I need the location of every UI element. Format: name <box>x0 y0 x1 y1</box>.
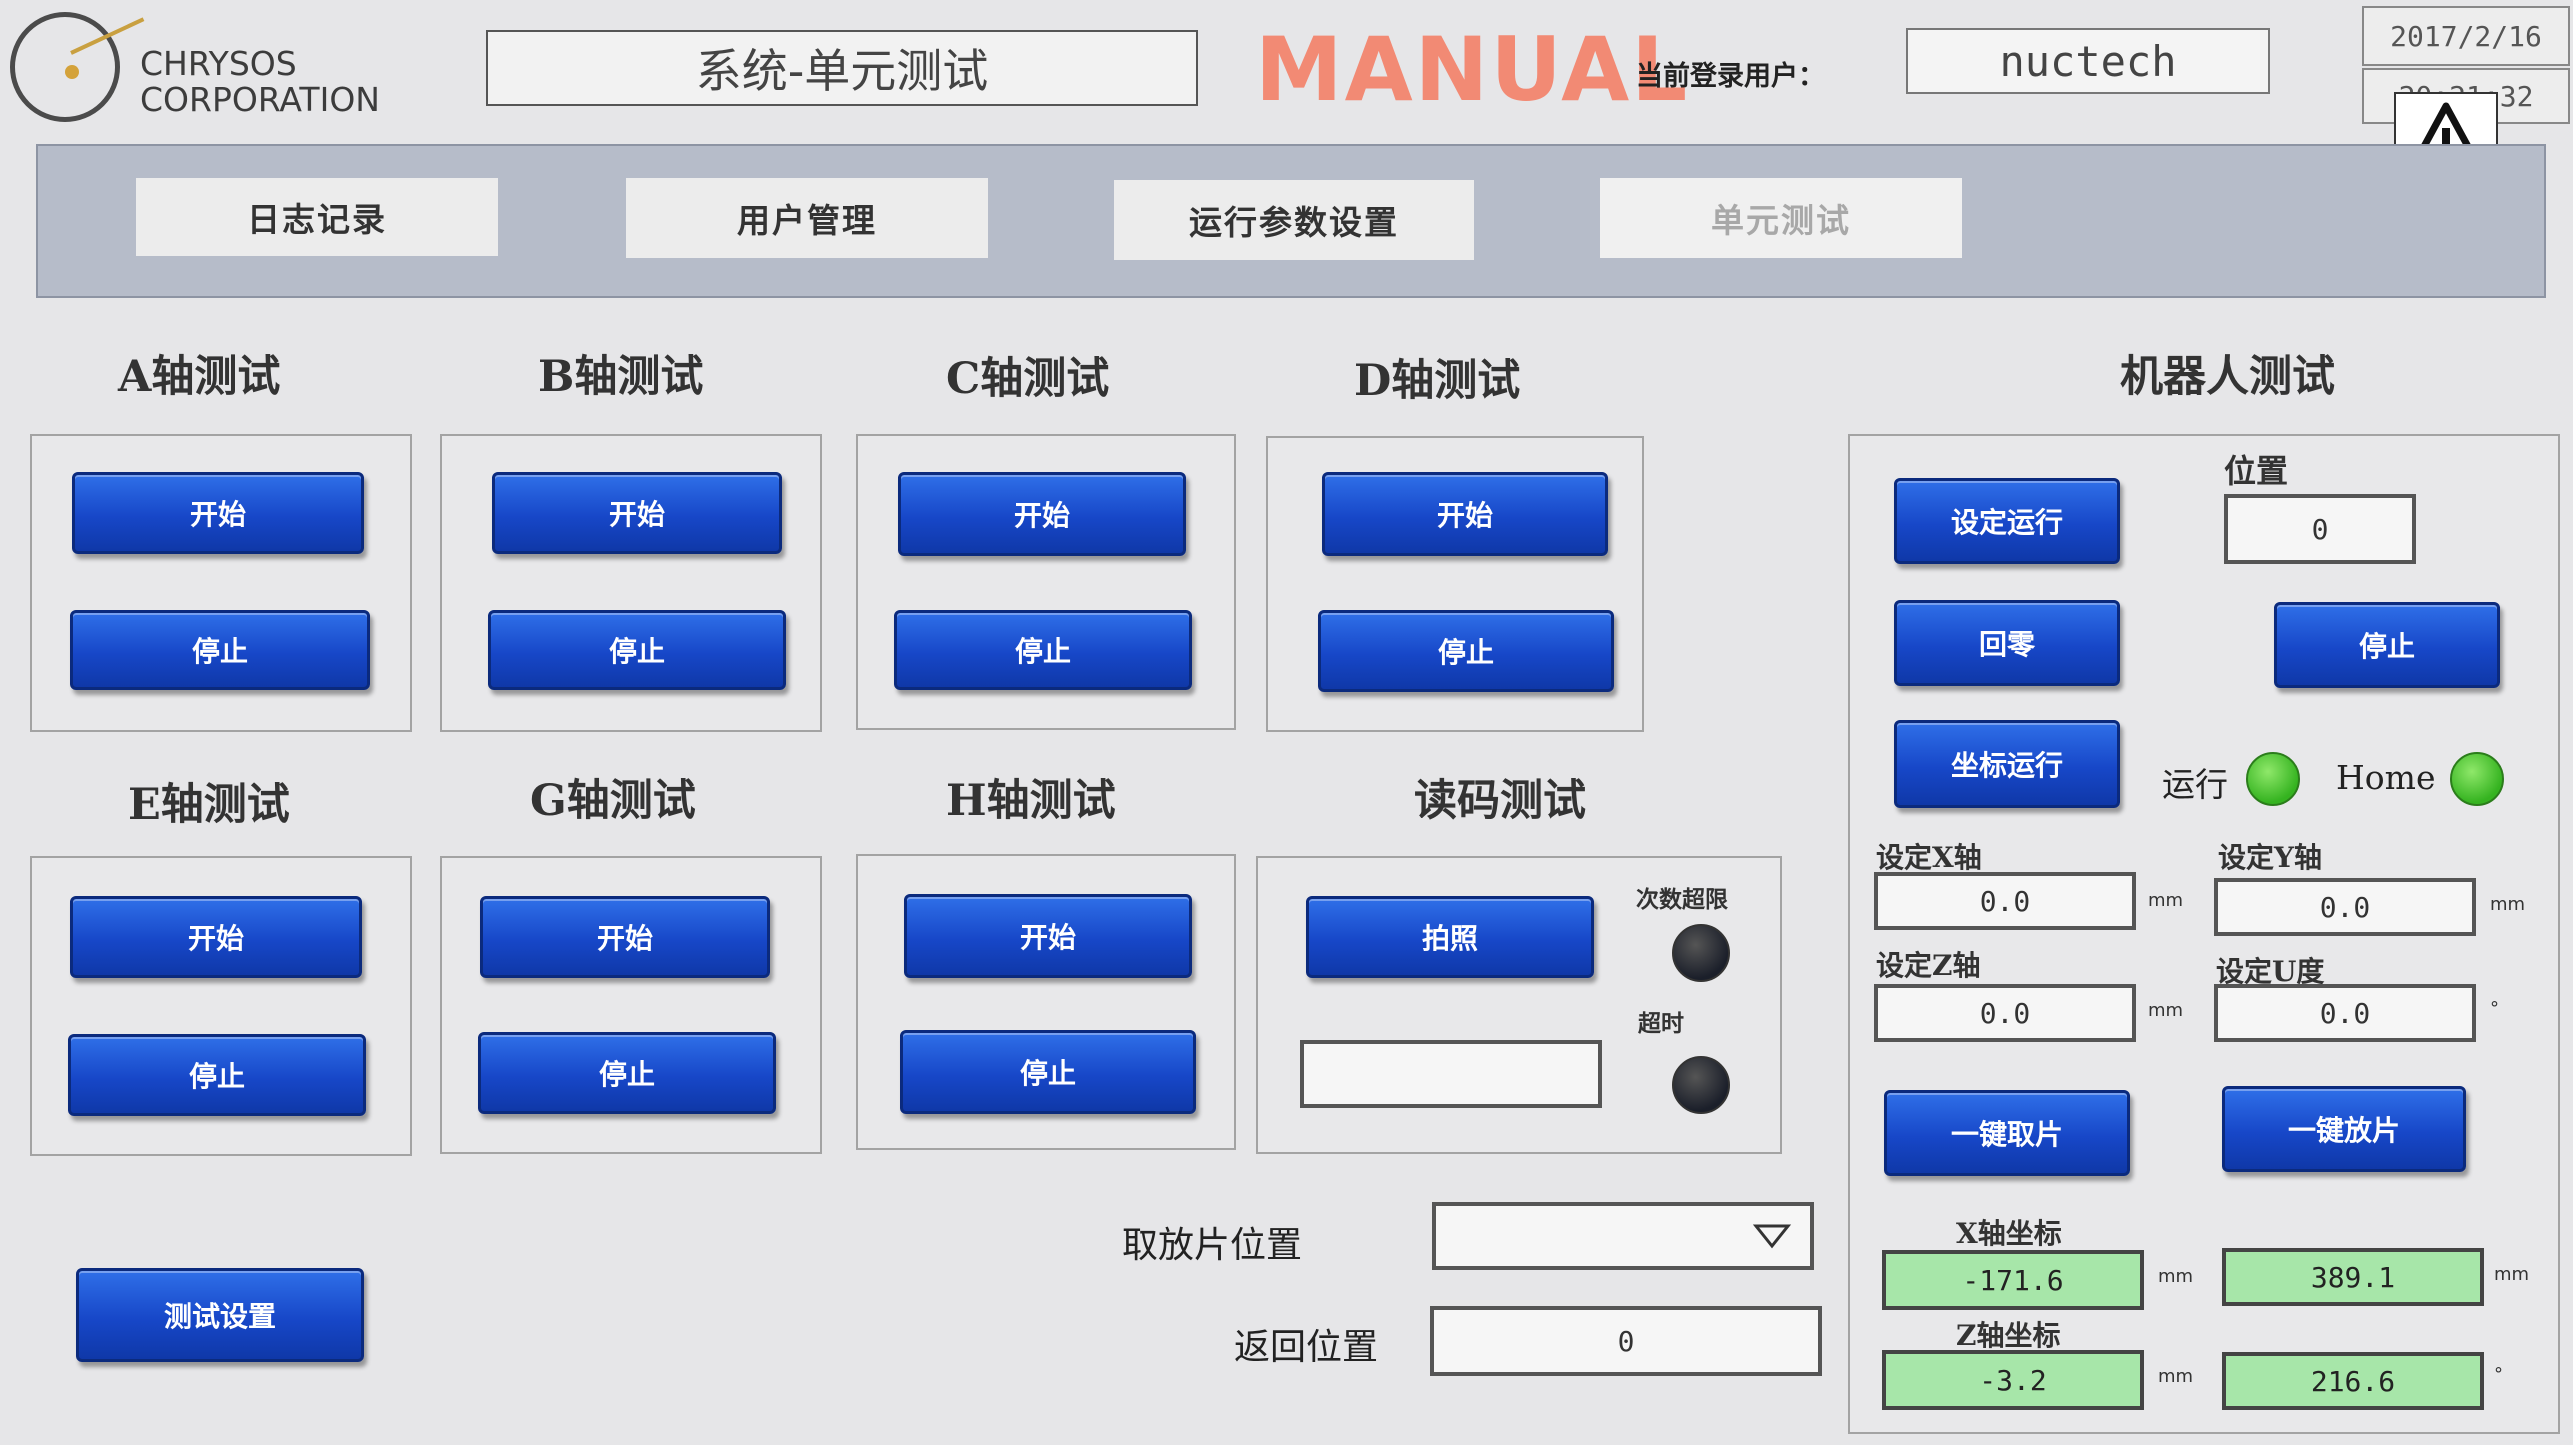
y-coord-value: 389.1 <box>2222 1248 2484 1306</box>
set-y-label: 设定Y轴 <box>2218 841 2322 874</box>
set-x-label: 设定X轴 <box>1876 841 1982 874</box>
axis-g-start-button[interactable]: 开始 <box>480 896 770 978</box>
tab-log[interactable]: 日志记录 <box>136 178 498 256</box>
count-limit-indicator <box>1672 924 1730 982</box>
return-position-label: 返回位置 <box>1234 1327 1379 1368</box>
axis-h-stop-button[interactable]: 停止 <box>900 1030 1196 1114</box>
axis-h-start-button[interactable]: 开始 <box>904 894 1192 978</box>
axis-d-title: D轴测试 <box>1354 356 1521 406</box>
axis-a-stop-button[interactable]: 停止 <box>70 610 370 690</box>
set-z-label: 设定Z轴 <box>1876 949 1981 982</box>
z-coord-unit: mm <box>2158 1366 2194 1387</box>
axis-c-stop-button[interactable]: 停止 <box>894 610 1192 690</box>
set-z-unit: mm <box>2148 1000 2184 1021</box>
barcode-result-field <box>1300 1040 1602 1108</box>
position-field[interactable]: 0 <box>2224 494 2416 564</box>
tab-user-management[interactable]: 用户管理 <box>626 178 988 258</box>
user-label: 当前登录用户： <box>1636 61 1825 92</box>
axis-g-title: G轴测试 <box>530 776 696 826</box>
logo-line2: CORPORATION <box>140 80 380 119</box>
set-run-button[interactable]: 设定运行 <box>1894 478 2120 564</box>
coord-run-button[interactable]: 坐标运行 <box>1894 720 2120 808</box>
logo-line1: CHRYSOS <box>140 44 297 83</box>
y-coord-unit: mm <box>2494 1264 2530 1285</box>
timeout-label: 超时 <box>1638 1011 1684 1037</box>
x-coord-label: X轴坐标 <box>1956 1217 2062 1250</box>
mode-indicator: MANUAL <box>1255 18 1690 121</box>
axis-a-start-button[interactable]: 开始 <box>72 472 364 554</box>
z-coord-value: -3.2 <box>1882 1350 2144 1410</box>
axis-d-start-button[interactable]: 开始 <box>1322 472 1608 556</box>
logo-icon <box>10 12 145 122</box>
u-coord-value: 216.6 <box>2222 1352 2484 1410</box>
set-u-field[interactable]: 0.0 <box>2214 984 2476 1042</box>
home-indicator <box>2450 752 2504 806</box>
home-button[interactable]: 回零 <box>1894 600 2120 686</box>
set-z-field[interactable]: 0.0 <box>1874 984 2136 1042</box>
robot-stop-button[interactable]: 停止 <box>2274 602 2500 688</box>
return-position-field[interactable]: 0 <box>1430 1306 1822 1376</box>
timeout-indicator <box>1672 1056 1730 1114</box>
axis-d-stop-button[interactable]: 停止 <box>1318 610 1614 692</box>
tab-run-parameters[interactable]: 运行参数设置 <box>1114 180 1474 260</box>
date-display: 2017/2/16 <box>2362 6 2570 66</box>
barcode-title: 读码测试 <box>1414 776 1586 826</box>
test-settings-button[interactable]: 测试设置 <box>76 1268 364 1362</box>
robot-title: 机器人测试 <box>2120 352 2335 402</box>
pick-one-button[interactable]: 一键取片 <box>1884 1090 2130 1176</box>
axis-e-title: E轴测试 <box>128 780 290 830</box>
logo-text: CHRYSOS CORPORATION <box>140 46 400 118</box>
tab-unit-test[interactable]: 单元测试 <box>1600 178 1962 258</box>
home-label: Home <box>2336 758 2436 797</box>
z-coord-label: Z轴坐标 <box>1956 1319 2061 1352</box>
set-x-unit: mm <box>2148 890 2184 911</box>
axis-b-stop-button[interactable]: 停止 <box>488 610 786 690</box>
current-user: nuctech <box>1906 28 2270 94</box>
axis-a-title: A轴测试 <box>118 352 281 402</box>
chevron-down-icon <box>1752 1224 1792 1249</box>
x-coord-unit: mm <box>2158 1266 2194 1287</box>
axis-b-title: B轴测试 <box>538 352 704 402</box>
place-one-button[interactable]: 一键放片 <box>2222 1086 2466 1172</box>
count-limit-label: 次数超限 <box>1636 887 1728 913</box>
axis-g-stop-button[interactable]: 停止 <box>478 1032 776 1114</box>
axis-c-start-button[interactable]: 开始 <box>898 472 1186 556</box>
pick-place-label: 取放片位置 <box>1122 1225 1303 1266</box>
screen-title: 系统-单元测试 <box>486 30 1198 106</box>
set-x-field[interactable]: 0.0 <box>1874 872 2136 930</box>
set-u-unit: ° <box>2490 998 2499 1019</box>
axis-b-start-button[interactable]: 开始 <box>492 472 782 554</box>
photo-button[interactable]: 拍照 <box>1306 896 1594 978</box>
axis-e-start-button[interactable]: 开始 <box>70 896 362 978</box>
axis-e-stop-button[interactable]: 停止 <box>68 1034 366 1116</box>
running-label: 运行 <box>2162 765 2228 804</box>
set-y-field[interactable]: 0.0 <box>2214 878 2476 936</box>
u-coord-unit: ° <box>2494 1364 2503 1385</box>
set-y-unit: mm <box>2490 894 2526 915</box>
x-coord-value: -171.6 <box>1882 1250 2144 1310</box>
axis-h-title: H轴测试 <box>946 776 1116 826</box>
pick-place-select[interactable] <box>1432 1202 1814 1270</box>
axis-c-title: C轴测试 <box>946 354 1110 404</box>
running-indicator <box>2246 752 2300 806</box>
position-label: 位置 <box>2224 452 2289 490</box>
